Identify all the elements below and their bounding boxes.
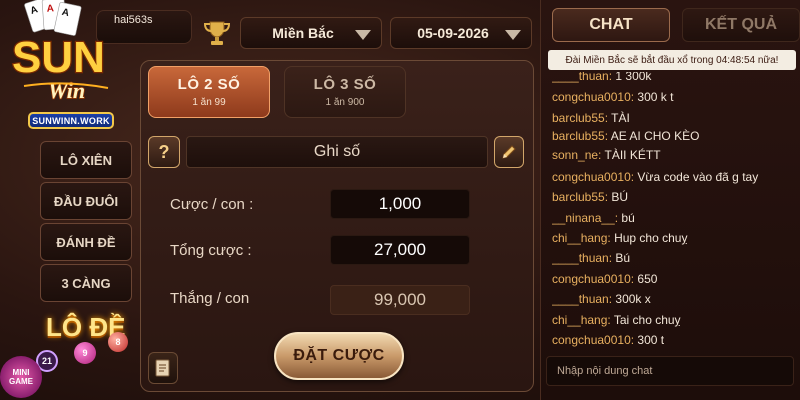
lottery-ball-number: 8 <box>115 337 121 347</box>
sidebar-item-3-cang[interactable]: 3 CÀNG <box>40 264 132 302</box>
win-per-number-value: 99,000 <box>374 290 426 309</box>
chat-username: ____thuan: <box>552 251 613 265</box>
place-bet-label: ĐẶT CƯỢC <box>293 347 385 364</box>
chat-username: barclub55: <box>552 111 609 125</box>
chat-text: 300 t <box>637 333 665 347</box>
chat-message: ____thuan: 1 300k <box>552 72 792 86</box>
chat-text: 300 k t <box>637 90 674 104</box>
tab-lo-2-so[interactable]: LÔ 2 SỐ 1 ăn 99 <box>148 66 270 118</box>
chevron-down-icon <box>505 30 521 40</box>
chat-text: AE AI CHO KÈO <box>610 129 700 143</box>
tab-lo-3-so[interactable]: LÔ 3 SỐ 1 ăn 900 <box>284 66 406 118</box>
chat-message: barclub55: AE AI CHO KÈO <box>552 126 792 146</box>
chat-text: TÀI <box>611 111 630 125</box>
chat-text: Vừa code vào đã g tay <box>637 170 759 184</box>
chat-username: congchua0010: <box>552 170 635 184</box>
edit-button[interactable] <box>494 136 524 168</box>
chevron-down-icon <box>355 30 371 40</box>
date-select-value: 05-09-2026 <box>417 25 489 41</box>
number-entry-field[interactable]: Ghi số <box>186 136 488 168</box>
tab-odds: 1 ăn 99 <box>192 97 226 108</box>
svg-text:A: A <box>46 3 54 14</box>
chat-text: 300k x <box>615 292 651 306</box>
lottery-ball: 9 <box>74 342 96 364</box>
chat-message: barclub55: TÀI <box>552 108 792 128</box>
region-select-value: Miền Bắc <box>272 25 334 41</box>
chat-message: congchua0010: 650 <box>552 269 792 289</box>
sidebar-item-danh-de[interactable]: ĐÁNH ĐỀ <box>40 223 132 261</box>
sidebar-item-label: ĐÁNH ĐỀ <box>56 234 116 250</box>
chat-text: 1 300k <box>615 72 652 83</box>
trophy-icon[interactable] <box>203 20 231 46</box>
win-per-number-label: Thắng / con <box>170 290 250 307</box>
chat-text: Bú <box>615 251 631 265</box>
region-select[interactable]: Miền Bắc <box>240 17 382 49</box>
sidebar-item-label: 3 CÀNG <box>61 275 111 291</box>
chat-message: chi__hang: Tai cho chuỵ <box>552 310 792 330</box>
place-bet-button[interactable]: ĐẶT CƯỢC <box>274 332 404 380</box>
tab-chat[interactable]: CHAT <box>552 8 670 42</box>
chat-message-list[interactable]: ____thuan: 1 300k congchua0010: 300 k t … <box>552 72 792 350</box>
minigame-label: MINI GAME <box>9 368 33 386</box>
chat-message: __ninana__: bú <box>552 208 792 228</box>
chat-message: congchua0010: 300 t <box>552 330 792 350</box>
chat-message: ____thuan: Bú <box>552 248 792 268</box>
sidebar-item-label: ĐẦU ĐUÔI <box>53 193 119 209</box>
tab-odds: 1 ăn 900 <box>325 97 365 108</box>
chat-username: barclub55: <box>552 129 609 143</box>
pencil-icon <box>502 145 516 159</box>
chat-message: sonn_ne: TÀII KÉTT <box>552 145 792 165</box>
bet-per-number-label: Cược / con : <box>170 196 254 213</box>
chat-username: __ninana__: <box>552 211 619 225</box>
chat-message: chi__hang: Hup cho chuỵ <box>552 228 792 248</box>
total-bet-label: Tổng cược : <box>170 242 252 259</box>
total-bet-display: 27,000 <box>330 235 470 265</box>
sidebar-item-dau-duoi[interactable]: ĐẦU ĐUÔI <box>40 182 132 220</box>
chat-username: congchua0010: <box>552 333 635 347</box>
chat-message: barclub55: BÚ <box>552 187 792 207</box>
chat-text: TÀII KÉTT <box>604 148 661 162</box>
minigame-count: 21 <box>41 356 52 366</box>
tab-chat-label: CHAT <box>589 16 633 33</box>
tab-title: LÔ 2 SỐ <box>177 76 241 93</box>
chat-text: Tai cho chuỵ <box>613 313 681 327</box>
tab-title: LÔ 3 SỐ <box>313 76 377 93</box>
tab-results-label: KẾT QUẢ <box>705 16 777 33</box>
chat-username: chi__hang: <box>552 313 611 327</box>
document-icon <box>155 359 170 377</box>
sidebar-item-label: LÔ XIÊN <box>59 152 112 168</box>
win-per-number-display: 99,000 <box>330 285 470 315</box>
chat-message: congchua0010: 300 k t <box>552 87 792 107</box>
help-button[interactable]: ? <box>148 136 180 168</box>
sidebar-item-lo-xien[interactable]: LÔ XIÊN <box>40 141 132 179</box>
chat-username: chi__hang: <box>552 231 611 245</box>
chat-text: bú <box>621 211 635 225</box>
lottery-ball: 8 <box>108 332 128 352</box>
lottery-ball-number: 9 <box>82 348 88 358</box>
draw-countdown-notice: Đài Miền Bắc sẽ bắt đầu xổ trong 04:48:5… <box>548 50 796 70</box>
chat-input-placeholder: Nhập nội dung chat <box>557 365 653 377</box>
chat-text: BÚ <box>611 190 629 204</box>
minigame-button[interactable]: MINI GAME <box>0 356 42 398</box>
tab-results[interactable]: KẾT QUẢ <box>682 8 800 42</box>
chat-message: congchua0010: Vừa code vào đã g tay <box>552 167 792 187</box>
question-icon: ? <box>158 141 170 162</box>
number-entry-label: Ghi số <box>313 143 361 160</box>
chat-text: 650 <box>637 272 658 286</box>
date-select[interactable]: 05-09-2026 <box>390 17 532 49</box>
chat-input[interactable]: Nhập nội dung chat <box>546 356 794 386</box>
chat-username: congchua0010: <box>552 272 635 286</box>
total-bet-value: 27,000 <box>374 240 426 259</box>
chat-username: barclub55: <box>552 190 609 204</box>
chat-username: ____thuan: <box>552 72 613 83</box>
history-button[interactable] <box>148 352 178 384</box>
bet-per-number-input[interactable]: 1,000 <box>330 189 470 219</box>
chat-text: Hup cho chuỵ <box>614 231 688 245</box>
chat-username: sonn_ne: <box>552 148 602 162</box>
chat-message: ____thuan: 300k x <box>552 289 792 309</box>
chat-username: congchua0010: <box>552 90 635 104</box>
bet-per-number-value: 1,000 <box>378 194 422 213</box>
chat-username: ____thuan: <box>552 292 613 306</box>
svg-text:SUN: SUN <box>12 33 105 82</box>
